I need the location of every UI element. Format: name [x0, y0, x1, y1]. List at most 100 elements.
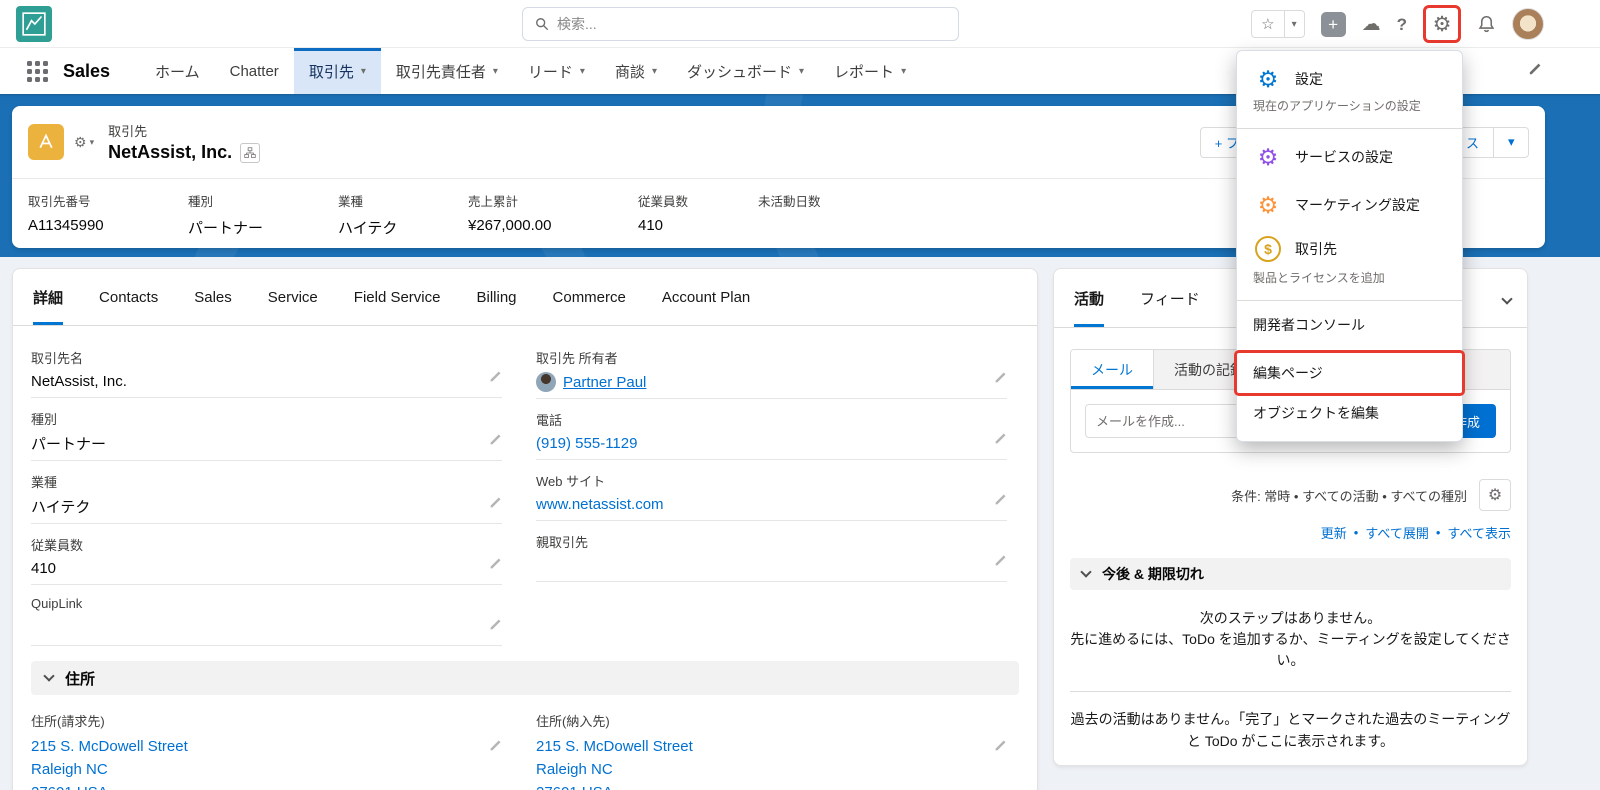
edit-pencil-icon[interactable]: [993, 739, 1007, 756]
field-label: 従業員数: [638, 195, 689, 209]
separator-dot: •: [1435, 525, 1441, 540]
website-link[interactable]: www.netassist.com: [536, 496, 664, 513]
menu-item-service-setup[interactable]: ⚙ サービスの設定: [1237, 133, 1462, 181]
field-value: ハイテク: [338, 220, 398, 237]
search-icon: [536, 18, 549, 31]
shipping-address-link[interactable]: 27601 USA: [536, 781, 981, 790]
app-launcher-icon[interactable]: [25, 59, 49, 83]
menu-item-edit-page[interactable]: 編集ページ: [1234, 350, 1465, 396]
record-title-block: 取引先 NetAssist, Inc.: [108, 121, 261, 163]
billing-address-link[interactable]: Raleigh NC: [31, 758, 476, 781]
tab-service[interactable]: Service: [268, 269, 318, 325]
gear-icon: ⚙: [1257, 191, 1279, 218]
view-all-link[interactable]: すべて表示: [1447, 523, 1511, 542]
favorites-control[interactable]: ☆ ▾: [1251, 10, 1305, 38]
chevron-down-icon[interactable]: ▾: [361, 66, 366, 77]
field-value: NetAssist, Inc.: [31, 373, 127, 390]
tab-email[interactable]: メール: [1071, 350, 1154, 389]
chevron-down-icon[interactable]: ▾: [652, 66, 657, 77]
highlight-field: 未活動日数: [758, 191, 908, 238]
edit-pencil-icon[interactable]: [488, 496, 502, 513]
chevron-down-icon[interactable]: ▾: [901, 66, 906, 77]
edit-pencil-icon[interactable]: [993, 432, 1007, 449]
expand-all-link[interactable]: すべて展開: [1365, 523, 1429, 542]
menu-item-setup[interactable]: ⚙ 設定: [1237, 61, 1462, 97]
tab-commerce[interactable]: Commerce: [553, 269, 626, 325]
shipping-address-link[interactable]: 215 S. McDowell Street: [536, 735, 981, 758]
tab-feed[interactable]: フィード: [1140, 269, 1200, 327]
edit-pencil-icon[interactable]: [488, 557, 502, 574]
menu-item-developer-console[interactable]: 開発者コンソール: [1237, 305, 1462, 345]
tab-account-plan[interactable]: Account Plan: [662, 269, 750, 325]
detail-card: 詳細 Contacts Sales Service Field Service …: [12, 268, 1038, 790]
account-hierarchy-icon[interactable]: [240, 142, 261, 163]
nav-tab-label: Chatter: [229, 62, 279, 80]
field-label: 未活動日数: [758, 195, 821, 209]
help-icon[interactable]: ?: [1397, 16, 1407, 33]
edit-navigation-pencil-icon[interactable]: [1527, 62, 1542, 80]
nav-tab-reports[interactable]: レポート ▾: [819, 48, 921, 94]
chevron-down-icon[interactable]: ▾: [580, 66, 585, 77]
field-quiplink: QuipLink: [31, 594, 502, 646]
notifications-bell-icon[interactable]: [1477, 15, 1496, 34]
tab-sales[interactable]: Sales: [194, 269, 232, 325]
menu-item-your-account[interactable]: $ 取引先: [1237, 229, 1462, 269]
setup-gear-icon[interactable]: ⚙: [1433, 14, 1452, 35]
owner-link[interactable]: Partner Paul: [563, 374, 646, 391]
tab-field-service[interactable]: Field Service: [354, 269, 441, 325]
global-search[interactable]: [522, 7, 959, 41]
refresh-link[interactable]: 更新: [1321, 523, 1347, 542]
account-entity-icon: [28, 124, 64, 160]
nav-tab-accounts[interactable]: 取引先 ▾: [293, 48, 381, 94]
chevron-down-icon[interactable]: ▾: [493, 66, 498, 77]
upcoming-overdue-section-header[interactable]: 今後 & 期限切れ: [1070, 558, 1511, 590]
collapse-panel-chevron-icon[interactable]: [1501, 291, 1513, 306]
nav-tab-opportunities[interactable]: 商談 ▾: [600, 48, 672, 94]
billing-address-link[interactable]: 27601 USA: [31, 781, 476, 790]
tab-activity[interactable]: 活動: [1074, 269, 1104, 327]
edit-pencil-icon[interactable]: [488, 433, 502, 450]
nav-tab-label: リード: [527, 63, 573, 81]
phone-link[interactable]: (919) 555-1129: [536, 435, 637, 452]
tab-contacts[interactable]: Contacts: [99, 269, 158, 325]
global-search-input[interactable]: [557, 16, 946, 32]
tab-billing[interactable]: Billing: [476, 269, 516, 325]
edit-pencil-icon[interactable]: [993, 554, 1007, 571]
global-actions-button[interactable]: +: [1320, 11, 1346, 37]
menu-item-edit-object[interactable]: オブジェクトを編集: [1237, 393, 1462, 433]
record-customize-gear-icon[interactable]: ⚙ ▾: [74, 134, 94, 151]
menu-item-label: 開発者コンソール: [1253, 317, 1365, 333]
activity-filter-gear-icon[interactable]: ⚙: [1479, 479, 1511, 511]
nav-tab-home[interactable]: ホーム: [140, 48, 215, 94]
favorites-star-icon[interactable]: ☆: [1252, 15, 1283, 33]
cloud-icon[interactable]: ☁: [1362, 15, 1381, 34]
nav-tab-dashboards[interactable]: ダッシュボード ▾: [672, 48, 819, 94]
edit-pencil-icon[interactable]: [488, 370, 502, 387]
menu-item-label: 設定: [1295, 71, 1323, 87]
nav-tab-chatter[interactable]: Chatter: [215, 48, 294, 94]
change-owner-icon[interactable]: [993, 371, 1007, 388]
user-avatar[interactable]: [1512, 8, 1544, 40]
record-entity-label: 取引先: [108, 124, 148, 139]
shipping-address-link[interactable]: Raleigh NC: [536, 758, 981, 781]
tab-details[interactable]: 詳細: [33, 269, 63, 325]
edit-pencil-icon[interactable]: [993, 493, 1007, 510]
section-title: 住所: [65, 670, 96, 688]
edit-pencil-icon[interactable]: [488, 618, 502, 635]
chevron-down-icon[interactable]: ▾: [799, 66, 804, 77]
nav-tab-leads[interactable]: リード ▾: [513, 48, 600, 94]
menu-item-marketing-setup[interactable]: ⚙ マーケティング設定: [1237, 181, 1462, 229]
field-label: 売上累計: [468, 195, 519, 209]
record-actions-chevron-icon[interactable]: ▾: [1493, 126, 1529, 158]
nav-tab-label: 商談: [614, 63, 645, 81]
app-name: Sales: [63, 60, 111, 81]
empty-state-line1: 次のステップはありません。: [1199, 610, 1382, 626]
nav-tab-contacts[interactable]: 取引先責任者 ▾: [381, 48, 513, 94]
field-employees: 従業員数 410: [31, 533, 502, 585]
address-section-header[interactable]: 住所: [31, 661, 1019, 695]
field-account-name: 取引先名 NetAssist, Inc.: [31, 346, 502, 398]
edit-pencil-icon[interactable]: [488, 739, 502, 756]
field-value: 410: [638, 217, 664, 234]
billing-address-link[interactable]: 215 S. McDowell Street: [31, 735, 476, 758]
favorites-chevron-icon[interactable]: ▾: [1285, 19, 1304, 30]
